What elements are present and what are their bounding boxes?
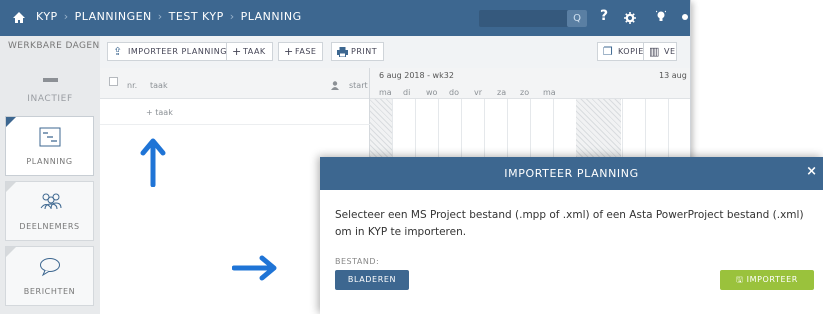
copy-label: KOPIE [618, 47, 644, 56]
sidebar-item-label: PLANNING [26, 157, 73, 166]
breadcrumb-test-kyp[interactable]: TEST KYP [169, 10, 224, 23]
plus-icon: + [284, 45, 294, 58]
add-task-row[interactable]: + taak [146, 108, 173, 117]
breadcrumb-separator: › [229, 10, 235, 23]
import-button-label: IMPORTEER [746, 275, 798, 284]
row-divider [100, 124, 370, 125]
planning-icon [39, 127, 61, 147]
import-button[interactable]: 🖫 IMPORTEER [720, 270, 814, 290]
add-task-label: TAAK [243, 47, 266, 56]
people-icon [40, 193, 62, 210]
home-icon[interactable] [12, 11, 26, 25]
search-icon[interactable]: Q [567, 10, 587, 27]
corner-marker [6, 247, 16, 257]
close-icon[interactable]: × [806, 164, 817, 179]
import-planning-dialog: IMPORTEER PLANNING × Selecteer een MS Pr… [320, 157, 823, 314]
save-icon: 🖫 [736, 275, 747, 284]
user-icon[interactable] [680, 13, 690, 23]
breadcrumb-kyp[interactable]: KYP [36, 10, 58, 23]
delete-button[interactable]: ▥ VE [643, 42, 677, 61]
week-label: 6 aug 2018 - wk32 [379, 71, 454, 80]
add-phase-button[interactable]: + FASE [278, 42, 324, 61]
copy-icon: ❐ [603, 45, 614, 58]
plus-icon: + [232, 45, 242, 58]
add-phase-label: FASE [295, 47, 317, 56]
file-label: BESTAND: [335, 257, 380, 266]
status-label: INACTIEF [27, 94, 73, 104]
print-button[interactable]: PRINT [331, 42, 385, 61]
trash-icon: ▥ [649, 45, 660, 58]
sidebar-item-label: BERICHTEN [23, 287, 76, 296]
column-taak[interactable]: taak [150, 81, 168, 90]
day-label: ma [379, 88, 392, 97]
sidebar-item-deelnemers[interactable]: DEELNEMERS [5, 181, 94, 241]
sidebar-item-planning[interactable]: PLANNING [5, 116, 94, 176]
day-label: di [403, 88, 411, 97]
day-label: za [497, 88, 507, 97]
corner-marker [6, 182, 16, 192]
toggle-switch[interactable] [43, 78, 58, 82]
dialog-header: IMPORTEER PLANNING × [320, 157, 823, 190]
import-planning-button[interactable]: ⇪ IMPORTEER PLANNING [107, 42, 234, 61]
breadcrumb: KYP › PLANNINGEN › TEST KYP › PLANNING [36, 10, 302, 23]
column-nr[interactable]: nr. [127, 81, 137, 90]
browse-button[interactable]: BLADEREN [335, 270, 409, 290]
search-input[interactable]: Q [479, 10, 587, 27]
gear-icon[interactable] [624, 12, 636, 24]
sidebar-item-label: DEELNEMERS [19, 222, 80, 231]
column-start[interactable]: start [349, 81, 368, 90]
delete-label: VE [664, 47, 676, 56]
sidebar: WERKBARE DAGEN INACTIEF PLANNING DEELNEM… [0, 36, 100, 314]
user-icon [331, 81, 339, 90]
arrow-up-icon [140, 138, 166, 187]
lightbulb-icon[interactable] [656, 10, 666, 24]
dialog-title: IMPORTEER PLANNING [504, 167, 639, 180]
help-icon[interactable]: ? [600, 8, 608, 24]
breadcrumb-separator: › [63, 10, 69, 23]
day-label: vr [474, 88, 483, 97]
import-planning-label: IMPORTEER PLANNING [128, 47, 227, 56]
printer-icon [337, 47, 348, 57]
print-label: PRINT [351, 47, 378, 56]
select-all-checkbox[interactable] [109, 77, 118, 86]
add-task-button[interactable]: + TAAK [226, 42, 273, 61]
week-label: 13 aug [659, 71, 687, 80]
breadcrumb-separator: › [157, 10, 163, 23]
dialog-description: Selecteer een MS Project bestand (.mpp o… [335, 209, 804, 238]
top-bar: KYP › PLANNINGEN › TEST KYP › PLANNING Q ? [0, 0, 690, 36]
arrow-right-icon [232, 255, 277, 281]
import-icon: ⇪ [113, 45, 123, 58]
toolbar: ⇪ IMPORTEER PLANNING + TAAK + FASE PRINT ❐ K… [100, 36, 690, 69]
sidebar-item-berichten[interactable]: BERICHTEN [5, 246, 94, 306]
active-indicator [6, 117, 16, 127]
sidebar-title: WERKBARE DAGEN [8, 41, 100, 51]
chat-bubble-icon [40, 258, 60, 277]
day-label: wo [426, 88, 438, 97]
day-label: zo [520, 88, 530, 97]
day-label: do [449, 88, 459, 97]
breadcrumb-planningen[interactable]: PLANNINGEN [75, 10, 152, 23]
day-label: ma [543, 88, 556, 97]
breadcrumb-planning: PLANNING [240, 10, 302, 23]
